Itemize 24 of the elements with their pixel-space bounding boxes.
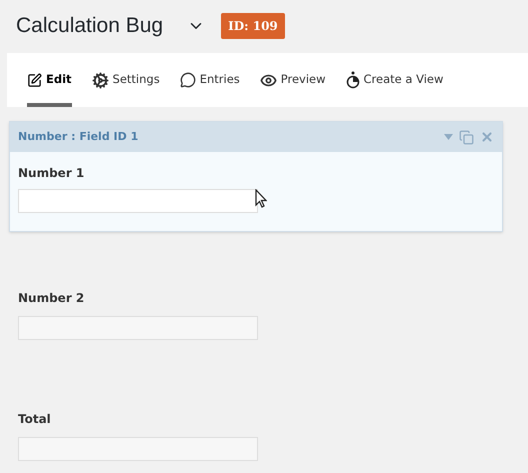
delete-icon[interactable] (480, 130, 494, 144)
tab[interactable]: Preview (260, 57, 326, 107)
field-label: Number 2 (18, 290, 86, 307)
input-field[interactable] (18, 316, 258, 340)
field-label: Total (18, 411, 52, 428)
field-header-title: Number : Field ID 1 (18, 128, 140, 145)
id-badge: ID: 109 (221, 13, 285, 39)
input-field[interactable] (18, 189, 258, 213)
speech-bubble-icon (180, 72, 196, 88)
field-row[interactable]: Total (18, 400, 528, 473)
input-field[interactable] (18, 437, 258, 461)
tab[interactable]: Edit (27, 57, 72, 107)
field-row[interactable]: Number 2 (18, 279, 528, 353)
caret-icon[interactable] (444, 134, 453, 140)
tab[interactable]: Entries (180, 57, 240, 107)
edit-icon (27, 72, 42, 88)
tab[interactable]: Create a View (346, 57, 444, 107)
duplicate-icon[interactable] (459, 130, 474, 144)
form-title: Calculation Bug (16, 13, 164, 40)
mouse-pointer-icon (255, 189, 267, 209)
field-label: Number 1 (18, 165, 86, 182)
field-card[interactable]: Number : Field ID 1 Number 1 (9, 121, 503, 232)
tab[interactable]: Settings (92, 57, 160, 107)
eye-icon (260, 72, 277, 88)
